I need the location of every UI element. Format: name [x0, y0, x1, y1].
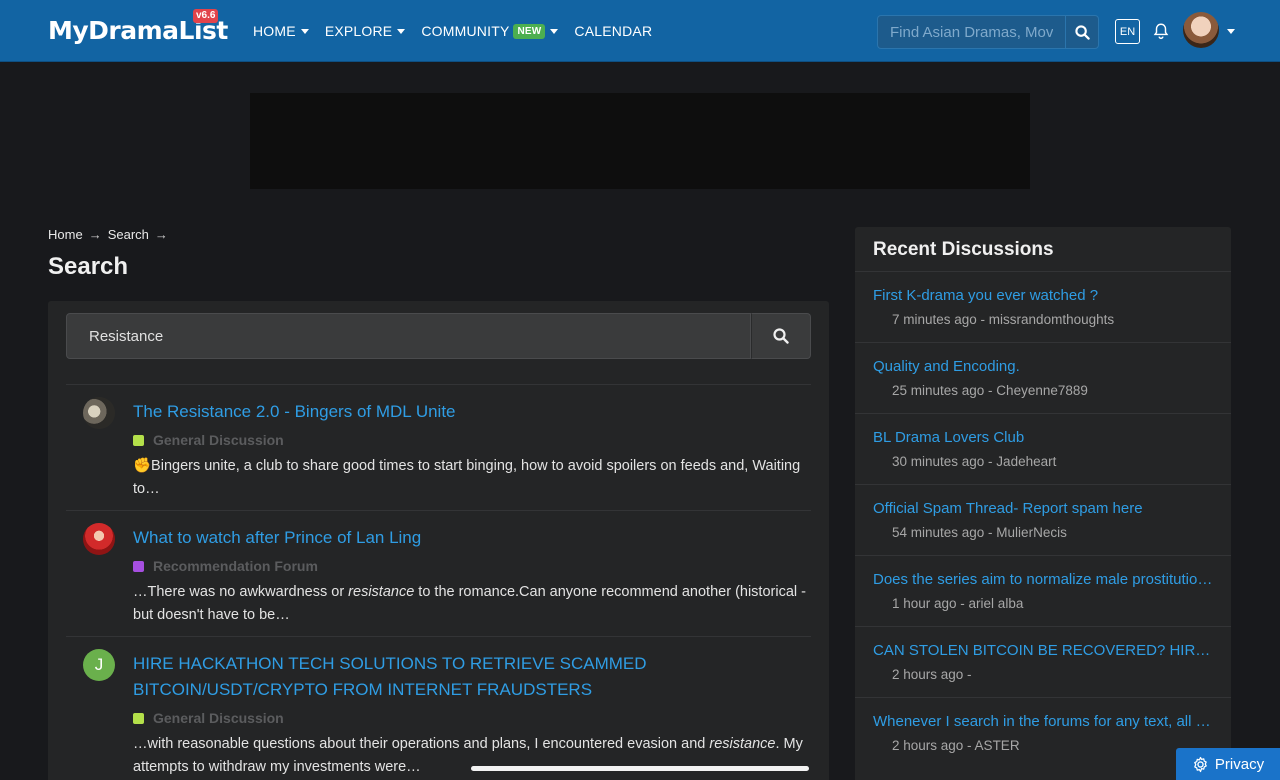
header-search-input[interactable] — [877, 15, 1065, 49]
nav-community-label: COMMUNITY — [421, 23, 510, 39]
discussion-item: Official Spam Thread- Report spam here 5… — [855, 485, 1231, 556]
nav-calendar-label: CALENDAR — [574, 23, 653, 39]
privacy-button[interactable]: Privacy — [1176, 748, 1280, 780]
chevron-down-icon[interactable] — [1227, 29, 1235, 34]
discussion-item: Whenever I search in the forums for any … — [855, 698, 1231, 769]
discussion-meta: 2 hours ago - — [892, 667, 972, 682]
forum-search-input[interactable] — [66, 313, 751, 359]
main-nav: HOME EXPLORE COMMUNITY NEW CALENDAR — [253, 0, 668, 62]
discussion-meta: 30 minutes ago - Jadeheart — [892, 454, 1057, 469]
chevron-down-icon — [300, 28, 309, 34]
result-title[interactable]: What to watch after Prince of Lan Ling — [133, 525, 693, 551]
result-snippet: ✊Bingers unite, a club to share good tim… — [133, 458, 801, 497]
nav-calendar[interactable]: CALENDAR — [574, 23, 652, 39]
new-badge: NEW — [513, 23, 546, 39]
result-snippet: …There was no awkwardness or resistance … — [133, 581, 809, 627]
discussion-title[interactable]: Does the series aim to normalize male pr… — [873, 571, 1218, 588]
result-category[interactable]: General Discussion — [133, 710, 284, 726]
top-navbar: MyDramaList v6.6 HOME EXPLORE COMMUNITY N… — [0, 0, 1280, 62]
discussion-meta: 2 hours ago - ASTER — [892, 738, 1020, 753]
result-avatar[interactable] — [83, 523, 115, 555]
page-title: Search — [48, 253, 129, 280]
discussion-item: Quality and Encoding. 25 minutes ago - C… — [855, 343, 1231, 414]
horizontal-scrollbar[interactable] — [471, 766, 809, 771]
discussion-title[interactable]: Whenever I search in the forums for any … — [873, 713, 1218, 730]
discussion-meta: 1 hour ago - ariel alba — [892, 596, 1024, 611]
nav-explore[interactable]: EXPLORE — [325, 23, 406, 39]
discussion-item: First K-drama you ever watched ? 7 minut… — [855, 272, 1231, 343]
breadcrumb: Home → Search → — [48, 227, 174, 242]
chevron-down-icon — [397, 28, 406, 34]
search-results-card: The Resistance 2.0 - Bingers of MDL Unit… — [48, 301, 829, 780]
search-result: J HIRE HACKATHON TECH SOLUTIONS TO RETRI… — [66, 636, 811, 780]
search-icon — [1074, 24, 1090, 40]
result-category-label: General Discussion — [153, 432, 284, 448]
gear-icon — [1194, 756, 1207, 772]
discussion-meta: 25 minutes ago - Cheyenne7889 — [892, 383, 1088, 398]
language-button[interactable]: EN — [1115, 19, 1140, 44]
forum-search-button[interactable] — [751, 313, 811, 359]
nav-community[interactable]: COMMUNITY NEW — [421, 23, 559, 39]
forum-search — [66, 313, 811, 359]
nav-explore-label: EXPLORE — [324, 23, 393, 39]
result-avatar[interactable] — [83, 397, 115, 429]
bell-icon[interactable] — [1152, 22, 1170, 40]
recent-discussions-title: Recent Discussions — [855, 227, 1231, 272]
snippet-highlight: resistance — [348, 584, 415, 600]
discussion-title[interactable]: First K-drama you ever watched ? — [873, 287, 1218, 304]
search-result: The Resistance 2.0 - Bingers of MDL Unit… — [66, 384, 811, 510]
search-result: What to watch after Prince of Lan Ling R… — [66, 510, 811, 636]
discussion-item: Does the series aim to normalize male pr… — [855, 556, 1231, 627]
category-color-dot — [133, 560, 144, 572]
nav-home-label: HOME — [253, 23, 296, 39]
ad-banner — [250, 93, 1030, 189]
result-snippet: …with reasonable questions about their o… — [133, 733, 809, 779]
result-avatar[interactable]: J — [83, 649, 115, 681]
site-logo[interactable]: MyDramaList v6.6 — [48, 9, 228, 48]
discussion-meta: 7 minutes ago - missrandomthoughts — [892, 312, 1115, 327]
search-icon — [773, 328, 789, 344]
discussion-title[interactable]: Quality and Encoding. — [873, 358, 1218, 375]
result-category[interactable]: General Discussion — [133, 432, 284, 448]
snippet-text: …with reasonable questions about their o… — [133, 736, 710, 752]
breadcrumb-separator: → — [154, 227, 168, 242]
nav-home[interactable]: HOME — [253, 23, 309, 39]
version-badge: v6.6 — [193, 9, 219, 23]
user-avatar[interactable] — [1183, 12, 1219, 48]
breadcrumb-current[interactable]: Search — [108, 227, 149, 242]
discussion-title[interactable]: CAN STOLEN BITCOIN BE RECOVERED? HIRE RE… — [873, 642, 1218, 659]
category-color-dot — [133, 712, 144, 724]
discussion-item: BL Drama Lovers Club 30 minutes ago - Ja… — [855, 414, 1231, 485]
breadcrumb-separator: → — [88, 227, 102, 242]
chevron-down-icon — [550, 28, 559, 34]
result-category[interactable]: Recommendation Forum — [133, 558, 318, 574]
result-title[interactable]: HIRE HACKATHON TECH SOLUTIONS TO RETRIEV… — [133, 651, 693, 703]
privacy-label: Privacy — [1214, 755, 1265, 773]
category-color-dot — [133, 434, 144, 446]
snippet-text: …There was no awkwardness or — [133, 584, 349, 600]
result-title[interactable]: The Resistance 2.0 - Bingers of MDL Unit… — [133, 399, 693, 425]
result-category-label: General Discussion — [153, 710, 284, 726]
discussion-title[interactable]: BL Drama Lovers Club — [873, 429, 1218, 446]
discussion-item: CAN STOLEN BITCOIN BE RECOVERED? HIRE RE… — [855, 627, 1231, 698]
recent-discussions-card: Recent Discussions First K-drama you eve… — [855, 227, 1231, 780]
header-search — [877, 15, 1099, 49]
snippet-highlight: resistance — [709, 736, 776, 752]
result-category-label: Recommendation Forum — [153, 558, 318, 574]
header-search-button[interactable] — [1065, 15, 1099, 49]
discussion-title[interactable]: Official Spam Thread- Report spam here — [873, 500, 1218, 517]
breadcrumb-home[interactable]: Home — [48, 227, 83, 242]
discussion-meta: 54 minutes ago - MulierNecis — [892, 525, 1067, 540]
